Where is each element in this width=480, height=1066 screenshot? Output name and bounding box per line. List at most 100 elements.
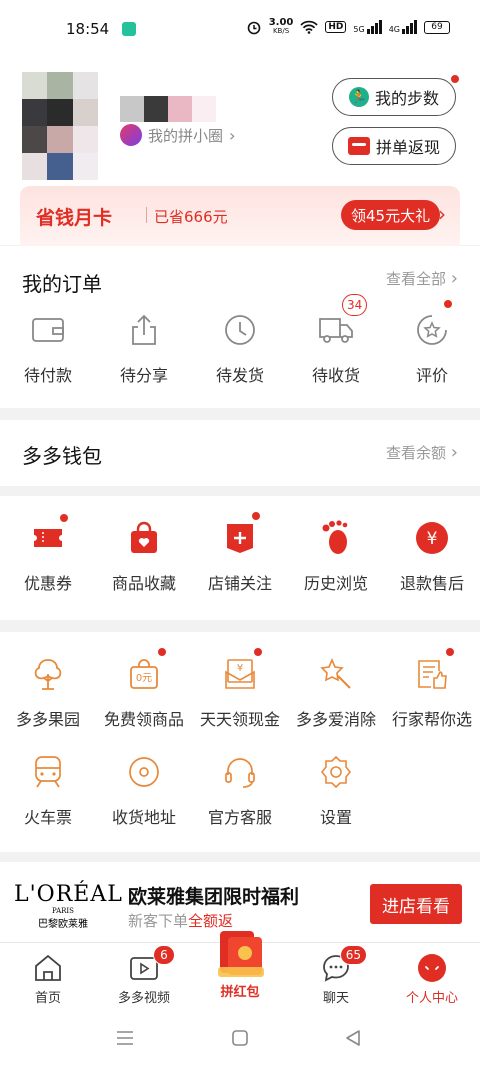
coupons-item[interactable]: 优惠券 xyxy=(0,512,96,594)
profile-center-icon xyxy=(417,953,447,983)
notification-dot xyxy=(442,298,454,310)
tab-profile-center[interactable]: 个人中心 xyxy=(384,943,480,1015)
notification-dot xyxy=(449,73,461,85)
receipt-count-badge: 34 xyxy=(342,294,368,316)
svg-text:¥: ¥ xyxy=(237,663,243,674)
free-goods-item[interactable]: 0元 免费领商品 xyxy=(96,646,192,730)
headset-icon xyxy=(220,752,260,792)
tree-icon xyxy=(28,654,68,694)
view-balance-link[interactable]: 查看余额 › xyxy=(386,442,458,463)
notification-dot xyxy=(58,512,70,524)
address-item[interactable]: 收货地址 xyxy=(96,752,192,828)
tab-home[interactable]: 首页 xyxy=(0,943,96,1015)
group-refund-label: 拼单返现 xyxy=(375,138,440,157)
order-pending-share[interactable]: 待分享 xyxy=(96,310,192,386)
notification-dot xyxy=(252,646,264,658)
notification-dot xyxy=(444,646,456,658)
home-square-icon[interactable] xyxy=(231,1029,249,1047)
pin-circle-icon xyxy=(120,124,142,146)
status-time: 18:54 xyxy=(66,20,110,38)
view-all-orders-link[interactable]: 查看全部 › xyxy=(386,268,458,289)
status-bar: 18:54 3.00 KB/S HD 5G 4G 69 xyxy=(0,0,480,60)
wifi-icon xyxy=(300,20,319,34)
match-game-item[interactable]: 多多爱消除 xyxy=(288,654,384,730)
video-badge: 6 xyxy=(153,945,175,965)
refund-aftersale-item[interactable]: ¥ 退款售后 xyxy=(384,518,480,594)
my-steps-button[interactable]: 🏃 我的步数 xyxy=(332,73,461,116)
app-notification-icon xyxy=(122,22,136,36)
settings-item[interactable]: 设置 xyxy=(288,752,384,828)
tab-chat[interactable]: 65 聊天 xyxy=(288,943,384,1015)
store-follow-icon xyxy=(220,510,262,558)
ad-subtitle: 新客下单全额返 xyxy=(128,912,234,930)
pin-circle-label: 我的拼小圈 xyxy=(148,126,224,145)
tab-red-packet[interactable]: 拼红包 xyxy=(192,931,288,1015)
order-review[interactable]: 评价 xyxy=(384,298,480,386)
orders-card: 我的订单 查看全部 › 待付款 待分享 待发货 34 待收货 评价 xyxy=(0,246,480,408)
wallet-icon xyxy=(28,310,68,350)
group-refund-button[interactable]: 拼单返现 xyxy=(332,127,456,165)
services-card: 多多果园 0元 免费领商品 ¥ 天天领现金 多多爱消除 行家帮你选 火车票 收货… xyxy=(0,632,480,852)
chevron-right-icon: › xyxy=(229,125,236,145)
truck-icon: 34 xyxy=(316,294,368,350)
my-pin-circle-link[interactable]: 我的拼小圈 › xyxy=(120,124,235,146)
menu-icon[interactable] xyxy=(116,1030,134,1046)
video-icon: 6 xyxy=(129,945,175,983)
settings-gear-icon xyxy=(316,752,356,792)
divider xyxy=(146,207,147,223)
my-steps-label: 我的步数 xyxy=(374,89,439,108)
customer-service-item[interactable]: 官方客服 xyxy=(192,752,288,828)
location-icon xyxy=(124,752,164,792)
tab-videos[interactable]: 6 多多视频 xyxy=(96,943,192,1015)
loreal-logo: L'ORÉAL PARIS 巴黎欧莱雅 xyxy=(14,882,123,930)
chevron-right-icon[interactable]: › xyxy=(438,202,446,226)
svg-text:¥: ¥ xyxy=(427,529,438,549)
order-pending-shipment[interactable]: 待发货 xyxy=(192,310,288,386)
avatar[interactable] xyxy=(22,72,98,180)
train-ticket-item[interactable]: 火车票 xyxy=(0,752,96,828)
saving-month-card[interactable]: 省钱月卡 已省666元 领45元大礼 › xyxy=(20,186,460,246)
chat-icon: 65 xyxy=(321,945,367,983)
system-nav-bar xyxy=(0,1014,480,1066)
share-icon xyxy=(124,310,164,350)
battery-icon: 69 xyxy=(424,20,450,34)
order-pending-receipt[interactable]: 34 待收货 xyxy=(288,294,384,386)
favorite-bag-icon xyxy=(124,518,164,558)
wallet-title: 多多钱包 xyxy=(22,444,102,468)
order-pending-payment[interactable]: 待付款 xyxy=(0,310,96,386)
chevron-right-icon: › xyxy=(450,442,458,463)
orchard-item[interactable]: 多多果园 xyxy=(0,654,96,730)
notification-dot xyxy=(156,646,168,658)
visit-store-button[interactable]: 进店看看 xyxy=(370,884,462,924)
chevron-right-icon: › xyxy=(450,268,458,289)
clock-icon xyxy=(220,310,260,350)
gift-button[interactable]: 领45元大礼 xyxy=(341,200,441,230)
favorites-item[interactable]: 商品收藏 xyxy=(96,518,192,594)
bottom-tab-bar: 首页 6 多多视频 拼红包 65 聊天 个人中心 xyxy=(0,931,480,1015)
signal-5g-icon: 5G xyxy=(353,20,382,34)
daily-cash-item[interactable]: ¥ 天天领现金 xyxy=(192,646,288,730)
free-bag-text: 0元 xyxy=(135,673,153,684)
wallet-card[interactable]: 多多钱包 查看余额 › xyxy=(0,420,480,486)
train-icon xyxy=(28,752,68,792)
free-bag-icon: 0元 xyxy=(124,646,168,694)
back-triangle-icon[interactable] xyxy=(344,1029,362,1047)
running-person-icon: 🏃 xyxy=(348,87,369,107)
month-card-title: 省钱月卡 xyxy=(36,207,113,229)
thumbs-up-doc-icon xyxy=(412,646,456,694)
ad-title: 欧莱雅集团限时福利 xyxy=(128,886,300,908)
history-item[interactable]: 历史浏览 xyxy=(288,518,384,594)
chat-badge: 65 xyxy=(339,945,367,965)
month-card-saved: 已省666元 xyxy=(154,208,228,226)
alarm-icon xyxy=(247,21,261,35)
expert-pick-item[interactable]: 行家帮你选 xyxy=(384,646,480,730)
status-icons: 3.00 KB/S HD 5G 4G 69 xyxy=(246,18,450,36)
signal-4g-icon: 4G xyxy=(389,20,417,34)
coupon-icon xyxy=(28,512,70,558)
review-icon xyxy=(412,298,454,350)
notification-dot xyxy=(250,510,262,522)
cash-envelope-icon: ¥ xyxy=(220,646,264,694)
nickname-pixelated xyxy=(120,96,216,122)
store-follow-item[interactable]: 店铺关注 xyxy=(192,510,288,594)
hd-icon: HD xyxy=(325,21,347,33)
